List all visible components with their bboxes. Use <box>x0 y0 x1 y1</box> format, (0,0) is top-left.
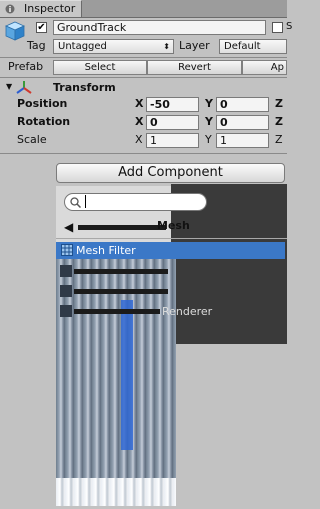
dropdown-arrow-icon: ⬍ <box>163 42 170 51</box>
divider <box>0 77 287 78</box>
transform-axes-icon <box>16 81 32 94</box>
prefab-select-button[interactable]: Select <box>53 60 147 75</box>
list-item[interactable] <box>56 264 171 278</box>
component-search-input[interactable] <box>64 193 207 211</box>
header-glitch <box>78 225 166 230</box>
list-item-glitch <box>74 269 168 274</box>
popup-header: ◀ Mesh <box>56 216 287 239</box>
tab-strip: Inspector <box>0 0 287 18</box>
transform-title: Transform <box>53 81 116 94</box>
rotation-x-label: X <box>135 115 144 128</box>
layer-label: Layer <box>179 39 210 52</box>
rotation-label: Rotation <box>17 115 71 128</box>
text-cursor <box>85 195 86 208</box>
tab-label: Inspector <box>24 2 76 15</box>
layer-dropdown[interactable]: Default <box>219 39 287 54</box>
info-icon <box>5 4 15 14</box>
list-item-mesh-filter[interactable]: Mesh Filter <box>56 242 285 259</box>
position-y-label: Y <box>205 97 213 110</box>
position-label: Position <box>17 97 68 110</box>
static-label: S <box>286 21 293 32</box>
add-component-button[interactable]: Add Component <box>56 163 285 183</box>
search-icon <box>70 197 81 208</box>
component-icon <box>60 265 72 277</box>
position-z-label: Z <box>275 97 283 110</box>
component-icon <box>60 285 72 297</box>
position-x-label: X <box>135 97 144 110</box>
mesh-filter-icon <box>61 244 73 256</box>
scale-y-field[interactable]: 1 <box>216 133 269 148</box>
scale-label: Scale <box>17 133 47 146</box>
list-item-renderer[interactable]: Renderer <box>56 304 276 318</box>
rotation-z-label: Z <box>275 115 283 128</box>
rotation-x-field[interactable]: 0 <box>146 115 199 130</box>
list-item[interactable] <box>56 284 171 298</box>
rotation-y-field[interactable]: 0 <box>216 115 269 130</box>
prefab-label: Prefab <box>8 60 44 73</box>
component-icon <box>60 305 72 317</box>
prefab-revert-button[interactable]: Revert <box>147 60 242 75</box>
active-checkbox[interactable]: ✔ <box>36 22 47 33</box>
scale-z-label: Z <box>275 133 283 146</box>
static-checkbox[interactable] <box>272 22 283 33</box>
gameobject-cube-icon <box>5 21 25 41</box>
list-item-glitch <box>74 309 160 314</box>
back-arrow-icon[interactable]: ◀ <box>64 220 73 234</box>
tag-dropdown[interactable]: Untagged ⬍ <box>53 39 174 54</box>
prefab-apply-button[interactable]: Ap <box>242 60 287 75</box>
divider <box>0 57 287 58</box>
tab-inspector[interactable]: Inspector <box>0 0 82 17</box>
glitch-blue-band <box>121 300 133 450</box>
glitch-bottom-band <box>56 478 176 506</box>
position-y-field[interactable]: 0 <box>216 97 269 112</box>
tag-value: Untagged <box>58 41 107 52</box>
divider <box>0 153 287 154</box>
list-item-glitch <box>74 289 168 294</box>
tag-label: Tag <box>27 39 46 52</box>
foldout-arrow-icon[interactable]: ▼ <box>6 82 12 91</box>
scale-y-label: Y <box>205 133 212 146</box>
scale-x-label: X <box>135 133 143 146</box>
scale-x-field[interactable]: 1 <box>146 133 199 148</box>
layer-value: Default <box>224 41 261 52</box>
gameobject-name-field[interactable]: GroundTrack <box>53 20 266 35</box>
list-item-label: Mesh Filter <box>76 244 136 257</box>
position-x-field[interactable]: -50 <box>146 97 199 112</box>
popup-header-title: Mesh <box>157 219 190 232</box>
list-item-label: Renderer <box>162 305 213 318</box>
rotation-y-label: Y <box>205 115 213 128</box>
